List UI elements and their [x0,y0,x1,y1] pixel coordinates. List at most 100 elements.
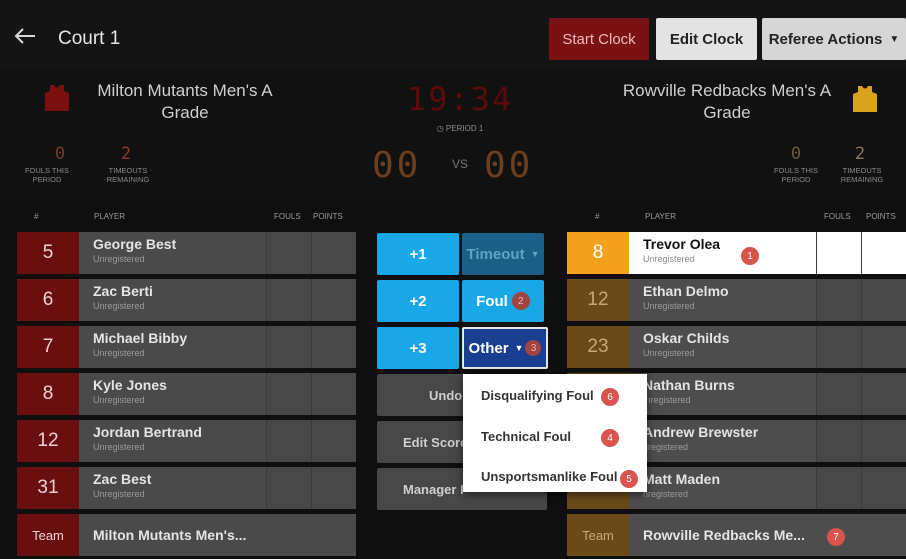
player-points [311,279,356,321]
player-fouls [816,420,861,462]
plus-three-button[interactable]: +3 [377,327,459,369]
team-row-name: Milton Mutants Men's... [93,527,247,543]
step-badge-6: 6 [601,388,619,406]
home-player-row[interactable]: 12 Jordan Bertrand Unregistered [17,420,356,462]
home-team-row[interactable]: Team Milton Mutants Men's... [17,514,356,556]
other-button[interactable]: Other ▼ 3 [462,327,548,369]
player-points [861,467,906,509]
menu-item-unsportsmanlike-foul[interactable]: Unsportsmanlike Foul [481,469,618,484]
away-fouls-label: FOULS THIS PERIOD [773,166,819,184]
plus-one-button[interactable]: +1 [377,233,459,275]
player-number: 7 [17,326,79,368]
home-col-fouls: FOULS [274,212,301,221]
player-cell: Trevor Olea Unregistered 1 [629,232,816,274]
player-status: Unregistered [643,348,695,358]
player-status: Unregistered [93,254,145,264]
team-cell: Milton Mutants Men's... [79,514,356,556]
player-name: Trevor Olea [643,236,721,252]
player-name: Nathan Burns [643,377,735,393]
foul-label: Foul [476,292,508,310]
player-points [861,279,906,321]
home-player-row[interactable]: 31 Zac Best Unregistered [17,467,356,509]
player-fouls [266,232,311,274]
away-player-row[interactable]: 12 Ethan Delmo Unregistered [567,279,906,321]
home-score: 00 [372,145,422,186]
caret-down-icon: ▼ [530,249,540,259]
other-dropdown-menu: Disqualifying Foul 6 Technical Foul 4 Un… [463,374,647,492]
home-player-row[interactable]: 8 Kyle Jones Unregistered [17,373,356,415]
player-points [311,373,356,415]
step-badge-2: 2 [511,292,530,310]
player-cell: Andrew Brewster nregistered [629,420,816,462]
step-badge-3: 3 [525,340,542,356]
menu-item-label: Technical Foul [481,429,572,444]
player-fouls [266,373,311,415]
player-name: Zac Berti [93,283,153,299]
player-name: Andrew Brewster [643,424,759,440]
player-fouls [816,373,861,415]
home-fouls-value: 0 [54,144,66,164]
step-badge-5: 5 [620,470,638,488]
player-cell: Zac Best Unregistered [79,467,266,509]
court-title: Court 1 [58,28,121,49]
player-points [311,467,356,509]
player-number: 6 [17,279,79,321]
team-row-name: Rowville Redbacks Me... [643,527,805,543]
player-cell: Ethan Delmo Unregistered [629,279,816,321]
foul-button[interactable]: Foul 2 [462,280,544,322]
away-jersey-icon [853,86,877,112]
player-number: 8 [567,232,629,274]
step-badge-4: 4 [601,429,619,447]
menu-item-technical-foul[interactable]: Technical Foul [481,429,571,444]
player-name: Michael Bibby [93,330,188,346]
away-player-row[interactable]: 23 Oskar Childs Unregistered [567,326,906,368]
home-player-row[interactable]: 6 Zac Berti Unregistered [17,279,356,321]
away-team-row[interactable]: Team Rowville Redbacks Me... 7 [567,514,906,556]
home-player-row[interactable]: 7 Michael Bibby Unregistered [17,326,356,368]
team-label: Team [567,514,629,556]
player-number: 12 [17,420,79,462]
away-player-row-selected[interactable]: 8 Trevor Olea Unregistered 1 [567,232,906,274]
home-jersey-icon [45,85,69,111]
team-label: Team [17,514,79,556]
timeout-button[interactable]: Timeout ▼ [462,233,544,275]
player-status: Unregistered [93,442,145,452]
player-status: Unregistered [93,348,145,358]
player-status: nregistered [643,442,689,452]
step-badge-7: 7 [827,528,845,546]
player-fouls [816,326,861,368]
player-cell: Oskar Childs Unregistered [629,326,816,368]
other-label: Other [468,339,509,357]
player-name: Zac Best [93,471,152,487]
player-status: Inregistered [643,395,691,405]
player-number: 8 [17,373,79,415]
away-team-name: Rowville Redbacks Men's A Grade [622,81,832,122]
player-points [861,326,906,368]
plus-two-button[interactable]: +2 [377,280,459,322]
timeout-label: Timeout [466,245,525,263]
menu-item-disqualifying-foul[interactable]: Disqualifying Foul [481,388,594,403]
home-player-row[interactable]: 5 George Best Unregistered [17,232,356,274]
player-fouls [266,326,311,368]
player-status: Unregistered [93,489,145,499]
player-status: nregistered [643,489,689,499]
home-col-number: # [34,212,39,221]
player-name: Ethan Delmo [643,283,729,299]
start-clock-button[interactable]: Start Clock [549,18,649,60]
edit-clock-button[interactable]: Edit Clock [656,18,757,60]
menu-item-label: Unsportsmanlike Foul [481,469,618,484]
away-score: 00 [484,145,534,186]
player-points [311,420,356,462]
back-arrow-icon[interactable] [14,28,36,44]
away-col-number: # [595,212,600,221]
referee-actions-button[interactable]: Referee Actions ▼ [762,18,906,60]
player-name: Jordan Bertrand [93,424,202,440]
period-indicator: ◷ PERIOD 1 [412,124,508,133]
player-cell: Matt Maden nregistered [629,467,816,509]
home-team-name: Milton Mutants Men's A Grade [97,81,273,122]
away-timeouts-label: TIMEOUTS REMAINING [840,166,884,184]
period-label: PERIOD 1 [445,124,484,133]
player-status: Unregistered [643,301,695,311]
home-fouls-label: FOULS THIS PERIOD [24,166,70,184]
away-timeouts-value: 2 [854,144,866,164]
